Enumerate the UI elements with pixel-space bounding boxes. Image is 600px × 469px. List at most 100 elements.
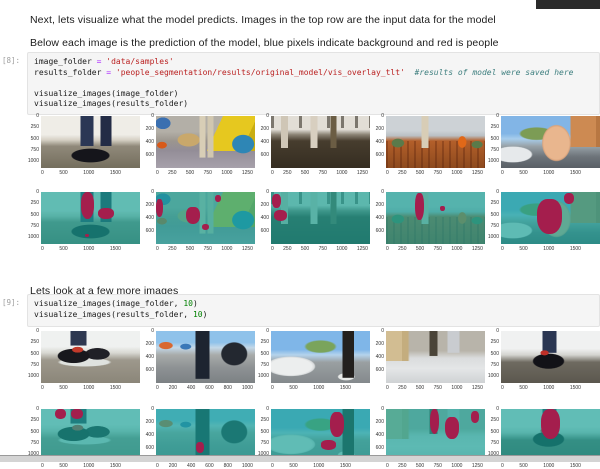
code-cell-9[interactable]: visualize_images(image_folder, 10)visual… <box>27 294 600 327</box>
x-axis-ticks: 025050075010001250 <box>386 385 485 391</box>
cell-prompt-9: [9]: <box>2 298 25 307</box>
code-token: visualize_images(image_folder) <box>34 89 179 98</box>
axis-tick-label: 500 <box>416 246 424 252</box>
axis-tick-label: 750 <box>319 170 327 176</box>
code-token: 10 <box>183 299 193 308</box>
subplot: 0200400600025050075010001250 <box>140 116 255 176</box>
people-mask-region <box>537 199 563 233</box>
axis-tick-label: 0 <box>271 246 274 252</box>
y-axis-ticks: 02505007501000 <box>255 407 271 459</box>
axis-tick-label: 0 <box>36 190 39 195</box>
axis-tick-label: 0 <box>496 114 499 119</box>
axis-tick-label: 500 <box>519 170 527 176</box>
code-token: = <box>97 57 107 66</box>
axis-tick-label: 200 <box>146 342 154 347</box>
axis-tick-label: 1000 <box>488 159 499 164</box>
axis-tick-label: 400 <box>146 140 154 145</box>
code-token <box>405 68 415 77</box>
x-axis-ticks: 050010001500 <box>271 385 370 391</box>
people-mask-region <box>81 192 95 219</box>
axis-tick-label: 200 <box>169 385 177 391</box>
code-token: ) <box>203 310 208 319</box>
axis-tick-label: 250 <box>261 418 269 423</box>
axis-tick-label: 1000 <box>336 170 347 176</box>
axis-tick-label: 250 <box>398 246 406 252</box>
prediction-image <box>271 409 370 461</box>
y-axis-ticks: 0200400600 <box>140 190 156 236</box>
axis-tick-label: 500 <box>416 170 424 176</box>
axis-tick-label: 1000 <box>543 170 554 176</box>
axis-tick-label: 250 <box>168 170 176 176</box>
axis-tick-label: 500 <box>491 213 499 218</box>
axis-tick-label: 1000 <box>83 170 94 176</box>
subplot: 0200400600025050075010001250 <box>255 192 370 252</box>
axis-tick-label: 600 <box>261 229 269 234</box>
input-image <box>501 331 600 383</box>
photo-content <box>386 331 485 383</box>
prediction-image <box>156 192 255 244</box>
axis-tick-label: 500 <box>491 137 499 142</box>
notebook-page: Next, lets visualize what the model pred… <box>0 0 600 462</box>
axis-tick-label: 500 <box>261 352 269 357</box>
axis-tick-label: 1000 <box>451 246 462 252</box>
code-cell-8[interactable]: image_folder = 'data/samples'results_fol… <box>27 52 600 115</box>
axis-tick-label: 0 <box>501 170 504 176</box>
code-token: visualize_images(results_folder) <box>34 99 188 108</box>
subplot: 02505007501000050010001500 <box>25 192 140 252</box>
x-axis-ticks: 025050075010001250 <box>156 246 255 252</box>
axis-tick-label: 200 <box>146 203 154 208</box>
axis-tick-label: 200 <box>376 342 384 347</box>
subplot: 0200400600 025050075010001250 <box>140 192 255 252</box>
prediction-image <box>386 409 485 461</box>
axis-tick-label: 400 <box>146 433 154 438</box>
axis-tick-label: 1500 <box>340 463 351 469</box>
axis-tick-label: 0 <box>386 246 389 252</box>
subplot: 02505007501000050010001500 <box>25 116 140 176</box>
axis-tick-label: 0 <box>36 407 39 412</box>
code-line <box>34 78 593 89</box>
axis-tick-label: 750 <box>261 441 269 446</box>
axis-tick-label: 0 <box>151 114 154 119</box>
axis-tick-label: 500 <box>59 246 67 252</box>
prediction-image <box>501 192 600 244</box>
code-line: visualize_images(results_folder, 10) <box>34 310 593 321</box>
people-mask-region <box>330 412 344 437</box>
axis-tick-label: 1000 <box>543 246 554 252</box>
axis-tick-label: 1000 <box>488 374 499 379</box>
axis-tick-label: 750 <box>434 246 442 252</box>
people-mask-region <box>445 417 459 439</box>
code-token: visualize_images(image_folder, <box>34 299 183 308</box>
photo-content <box>501 331 600 383</box>
axis-tick-label: 1250 <box>472 463 483 469</box>
horizontal-scrollbar[interactable] <box>0 455 600 462</box>
cell-prompt-8: [8]: <box>2 56 25 65</box>
people-mask-region <box>55 409 66 419</box>
axis-tick-label: 0 <box>266 329 269 334</box>
axis-tick-label: 250 <box>491 201 499 206</box>
axis-tick-label: 500 <box>301 246 309 252</box>
people-mask-region <box>415 193 424 220</box>
axis-tick-label: 1000 <box>451 463 462 469</box>
axis-tick-label: 0 <box>41 170 44 176</box>
axis-tick-label: 0 <box>41 385 44 391</box>
axis-tick-label: 0 <box>41 463 44 469</box>
subplot: 02505007501000050010001500 <box>255 331 370 391</box>
axis-tick-label: 1500 <box>110 246 121 252</box>
axis-tick-label: 500 <box>519 463 527 469</box>
axis-tick-label: 0 <box>266 190 269 195</box>
axis-tick-label: 0 <box>266 114 269 119</box>
background-mask-overlay <box>156 409 255 461</box>
axis-tick-label: 1500 <box>570 246 581 252</box>
axis-tick-label: 600 <box>376 229 384 234</box>
x-axis-ticks: 050010001500 <box>501 170 600 176</box>
background-mask-overlay <box>271 409 370 461</box>
axis-tick-label: 750 <box>491 148 499 153</box>
axis-tick-label: 600 <box>146 229 154 234</box>
axis-tick-label: 1000 <box>258 374 269 379</box>
photo-content <box>271 331 370 383</box>
axis-tick-label: 250 <box>283 170 291 176</box>
axis-tick-label: 0 <box>381 329 384 334</box>
y-axis-ticks: 0200400600 <box>255 114 271 160</box>
axis-tick-label: 1500 <box>570 463 581 469</box>
axis-tick-label: 750 <box>434 385 442 391</box>
